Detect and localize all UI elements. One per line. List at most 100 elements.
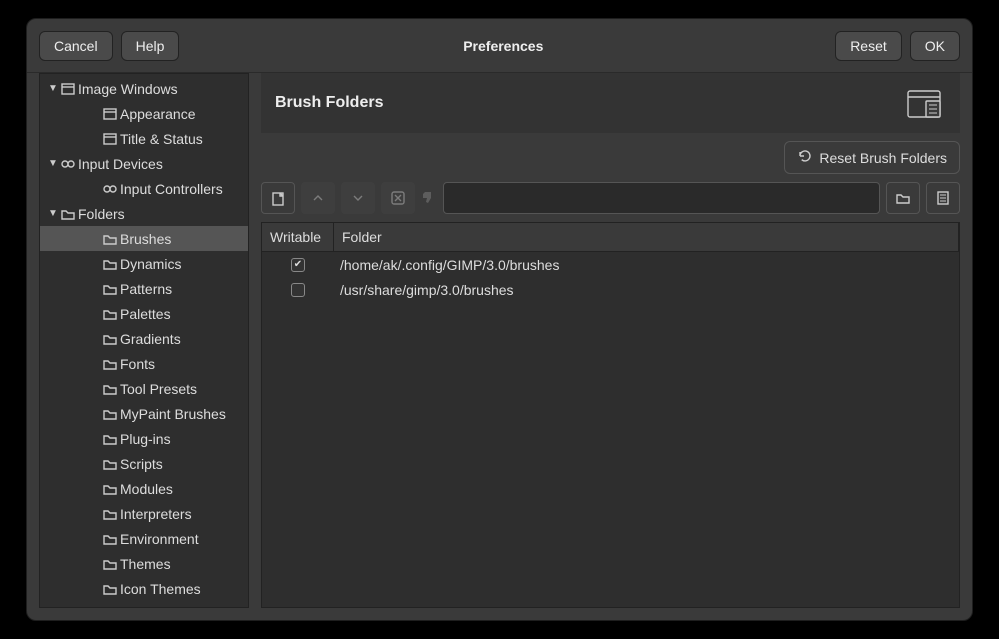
folder-icon: [102, 382, 118, 396]
tree-item-themes[interactable]: Themes: [40, 551, 248, 576]
expand-arrow-icon[interactable]: ▼: [46, 158, 60, 169]
cancel-button[interactable]: Cancel: [39, 31, 113, 61]
move-up-button[interactable]: [301, 182, 335, 214]
delete-button[interactable]: [381, 182, 415, 214]
writable-checkbox[interactable]: [291, 258, 305, 272]
device-icon: [102, 182, 118, 196]
brush-folders-icon: [902, 81, 946, 125]
writable-checkbox[interactable]: [291, 283, 305, 297]
tree-item-label: MyPaint Brushes: [120, 406, 226, 422]
window-title: Preferences: [179, 38, 827, 54]
folder-icon: [102, 307, 118, 321]
folder-icon: [102, 332, 118, 346]
tree-item-label: Scripts: [120, 456, 163, 472]
column-folder[interactable]: Folder: [334, 223, 959, 251]
tree-item-label: Brushes: [120, 231, 171, 247]
tree-item-patterns[interactable]: Patterns: [40, 276, 248, 301]
table-row[interactable]: /usr/share/gimp/3.0/brushes: [262, 277, 959, 302]
tree-item-label: Modules: [120, 481, 173, 497]
window-icon: [102, 132, 118, 146]
tree-item-label: Title & Status: [120, 131, 203, 147]
tree-item-label: Themes: [120, 556, 171, 572]
thumbs-down-icon: [421, 189, 437, 208]
tree-item-title-status[interactable]: Title & Status: [40, 126, 248, 151]
tree-item-input-devices[interactable]: ▼ Input Devices: [40, 151, 248, 176]
table-row[interactable]: /home/ak/.config/GIMP/3.0/brushes: [262, 252, 959, 277]
tree-item-scripts[interactable]: Scripts: [40, 451, 248, 476]
folder-icon: [102, 482, 118, 496]
tree-item-palettes[interactable]: Palettes: [40, 301, 248, 326]
tree-item-label: Environment: [120, 531, 199, 547]
ok-button[interactable]: OK: [910, 31, 960, 61]
tree-item-label: Interpreters: [120, 506, 192, 522]
tree-item-mypaint-brushes[interactable]: MyPaint Brushes: [40, 401, 248, 426]
reset-brush-folders-button[interactable]: Reset Brush Folders: [784, 141, 960, 174]
folder-icon: [102, 407, 118, 421]
folder-path-input[interactable]: [443, 182, 880, 214]
preferences-window: Cancel Help Preferences Reset OK ▼ Image …: [26, 18, 973, 621]
tree-item-label: Input Controllers: [120, 181, 223, 197]
expand-arrow-icon[interactable]: ▼: [46, 83, 60, 94]
device-icon: [60, 157, 76, 171]
tree-item-label: Fonts: [120, 356, 155, 372]
tree-item-label: Dynamics: [120, 256, 181, 272]
folder-icon: [102, 507, 118, 521]
tree-item-label: Folders: [78, 206, 125, 222]
folder-path-cell: /home/ak/.config/GIMP/3.0/brushes: [334, 257, 959, 273]
reset-button[interactable]: Reset: [835, 31, 902, 61]
folder-icon: [102, 582, 118, 596]
expand-arrow-icon[interactable]: ▼: [46, 208, 60, 219]
folder-icon: [102, 532, 118, 546]
folder-path-cell: /usr/share/gimp/3.0/brushes: [334, 282, 959, 298]
tree-item-plug-ins[interactable]: Plug-ins: [40, 426, 248, 451]
window-icon: [60, 82, 76, 96]
reset-brush-folders-label: Reset Brush Folders: [819, 150, 947, 166]
tree-item-label: Image Windows: [78, 81, 178, 97]
tree-item-icon-themes[interactable]: Icon Themes: [40, 576, 248, 601]
folder-icon: [102, 232, 118, 246]
writable-cell: [262, 283, 334, 297]
folder-toolbar: [261, 182, 960, 214]
folder-icon: [102, 557, 118, 571]
tree-item-modules[interactable]: Modules: [40, 476, 248, 501]
writable-cell: [262, 258, 334, 272]
column-writable[interactable]: Writable: [262, 223, 334, 251]
panel-title: Brush Folders: [275, 94, 902, 112]
tree-item-interpreters[interactable]: Interpreters: [40, 501, 248, 526]
category-tree[interactable]: ▼ Image Windows Appearance Title & Status ▼ I…: [39, 73, 249, 608]
tree-item-label: Input Devices: [78, 156, 163, 172]
window-icon: [102, 107, 118, 121]
tree-item-label: Appearance: [120, 106, 196, 122]
dialog-body: ▼ Image Windows Appearance Title & Status ▼ I…: [27, 73, 972, 620]
tree-item-label: Gradients: [120, 331, 181, 347]
table-body[interactable]: /home/ak/.config/GIMP/3.0/brushes/usr/sh…: [262, 252, 959, 607]
tree-item-tool-presets[interactable]: Tool Presets: [40, 376, 248, 401]
tree-item-gradients[interactable]: Gradients: [40, 326, 248, 351]
file-manager-button[interactable]: [926, 182, 960, 214]
folder-icon: [60, 207, 76, 221]
tree-item-fonts[interactable]: Fonts: [40, 351, 248, 376]
table-header: Writable Folder: [262, 223, 959, 252]
tree-item-label: Palettes: [120, 306, 171, 322]
tree-item-dynamics[interactable]: Dynamics: [40, 251, 248, 276]
reset-row: Reset Brush Folders: [261, 141, 960, 174]
folder-icon: [102, 457, 118, 471]
folder-icon: [102, 257, 118, 271]
main-panel: Brush Folders Reset Brush Folders: [261, 73, 960, 608]
folder-icon: [102, 282, 118, 296]
tree-item-environment[interactable]: Environment: [40, 526, 248, 551]
help-button[interactable]: Help: [121, 31, 180, 61]
folder-icon: [102, 357, 118, 371]
tree-item-label: Patterns: [120, 281, 172, 297]
tree-item-input-controllers[interactable]: Input Controllers: [40, 176, 248, 201]
new-folder-button[interactable]: [261, 182, 295, 214]
tree-item-label: Icon Themes: [120, 581, 201, 597]
reset-icon: [797, 148, 813, 167]
tree-item-appearance[interactable]: Appearance: [40, 101, 248, 126]
tree-item-folders[interactable]: ▼ Folders: [40, 201, 248, 226]
tree-item-image-windows[interactable]: ▼ Image Windows: [40, 76, 248, 101]
browse-button[interactable]: [886, 182, 920, 214]
tree-item-brushes[interactable]: Brushes: [40, 226, 248, 251]
move-down-button[interactable]: [341, 182, 375, 214]
panel-header: Brush Folders: [261, 73, 960, 133]
